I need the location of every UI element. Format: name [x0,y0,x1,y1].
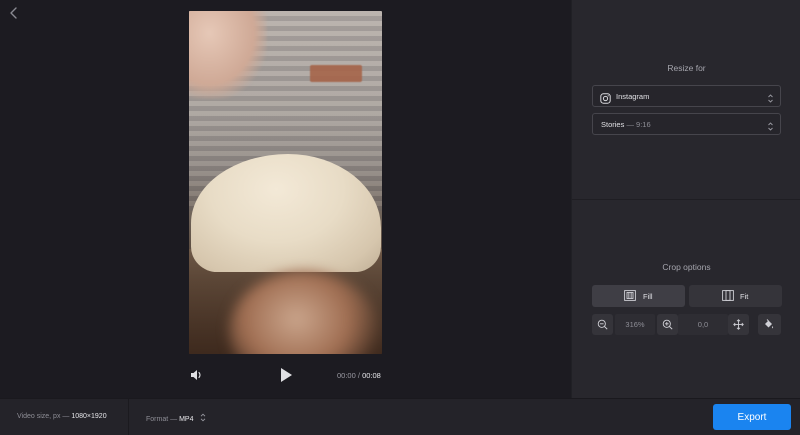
format-separator: — [626,120,634,129]
move-button[interactable] [728,314,749,335]
back-arrow-icon[interactable] [7,6,21,20]
fill-label: Fill [643,292,653,301]
resize-for-title: Resize for [667,63,706,73]
select-chevron-icon [767,91,774,103]
zoom-in-icon [662,319,673,330]
player-controls: 00:00 / 00:08 [189,366,382,386]
time-separator: / [357,371,360,380]
video-size-info: Video size, px — 1080×1920 [17,413,107,420]
fill-button[interactable]: Fill [592,285,685,307]
move-icon [733,319,744,330]
format-label: Format — [146,416,178,423]
preview-stage: 00:00 / 00:08 [0,0,571,398]
fit-button[interactable]: Fit [689,285,782,307]
fill-icon [624,290,636,301]
total-time: 00:08 [362,371,381,380]
fit-icon [722,290,734,301]
zoom-value[interactable]: 316% [615,314,655,335]
footer-divider [128,399,129,435]
fit-label: Fit [740,292,749,301]
panel-divider [572,199,800,200]
current-time: 00:00 [337,371,356,380]
zoom-out-button[interactable] [592,314,613,335]
position-value[interactable]: 0,0 [678,314,728,335]
play-icon[interactable] [279,367,293,383]
paint-bucket-icon [765,319,774,329]
format-ratio: 9:16 [636,120,651,129]
video-preview[interactable] [189,11,382,354]
video-size-label: Video size, px — [17,413,70,420]
format-value: MP4 [179,416,194,423]
output-format-select[interactable]: Format — MP4 [146,413,206,423]
crop-options-title: Crop options [662,262,711,272]
format-select-value: Stories — 9:16 [601,120,651,129]
instagram-icon [600,91,611,104]
background-color-button[interactable] [758,314,781,335]
chevron-updown-icon [200,413,206,422]
settings-panel: Resize for Instagram Stories — 9:16 Crop… [571,0,800,398]
platform-select-value: Instagram [616,92,650,101]
playback-time: 00:00 / 00:08 [337,371,381,380]
zoom-in-button[interactable] [657,314,678,335]
platform-select[interactable]: Instagram [592,85,781,107]
video-size-value: 1080×1920 [71,413,107,420]
volume-icon[interactable] [189,368,203,382]
select-chevron-icon [767,119,774,131]
footer-bar: Video size, px — 1080×1920 Format — MP4 … [0,398,800,435]
format-select[interactable]: Stories — 9:16 [592,113,781,135]
format-name: Stories [601,120,625,129]
zoom-out-icon [597,319,608,330]
export-button[interactable]: Export [713,404,791,430]
